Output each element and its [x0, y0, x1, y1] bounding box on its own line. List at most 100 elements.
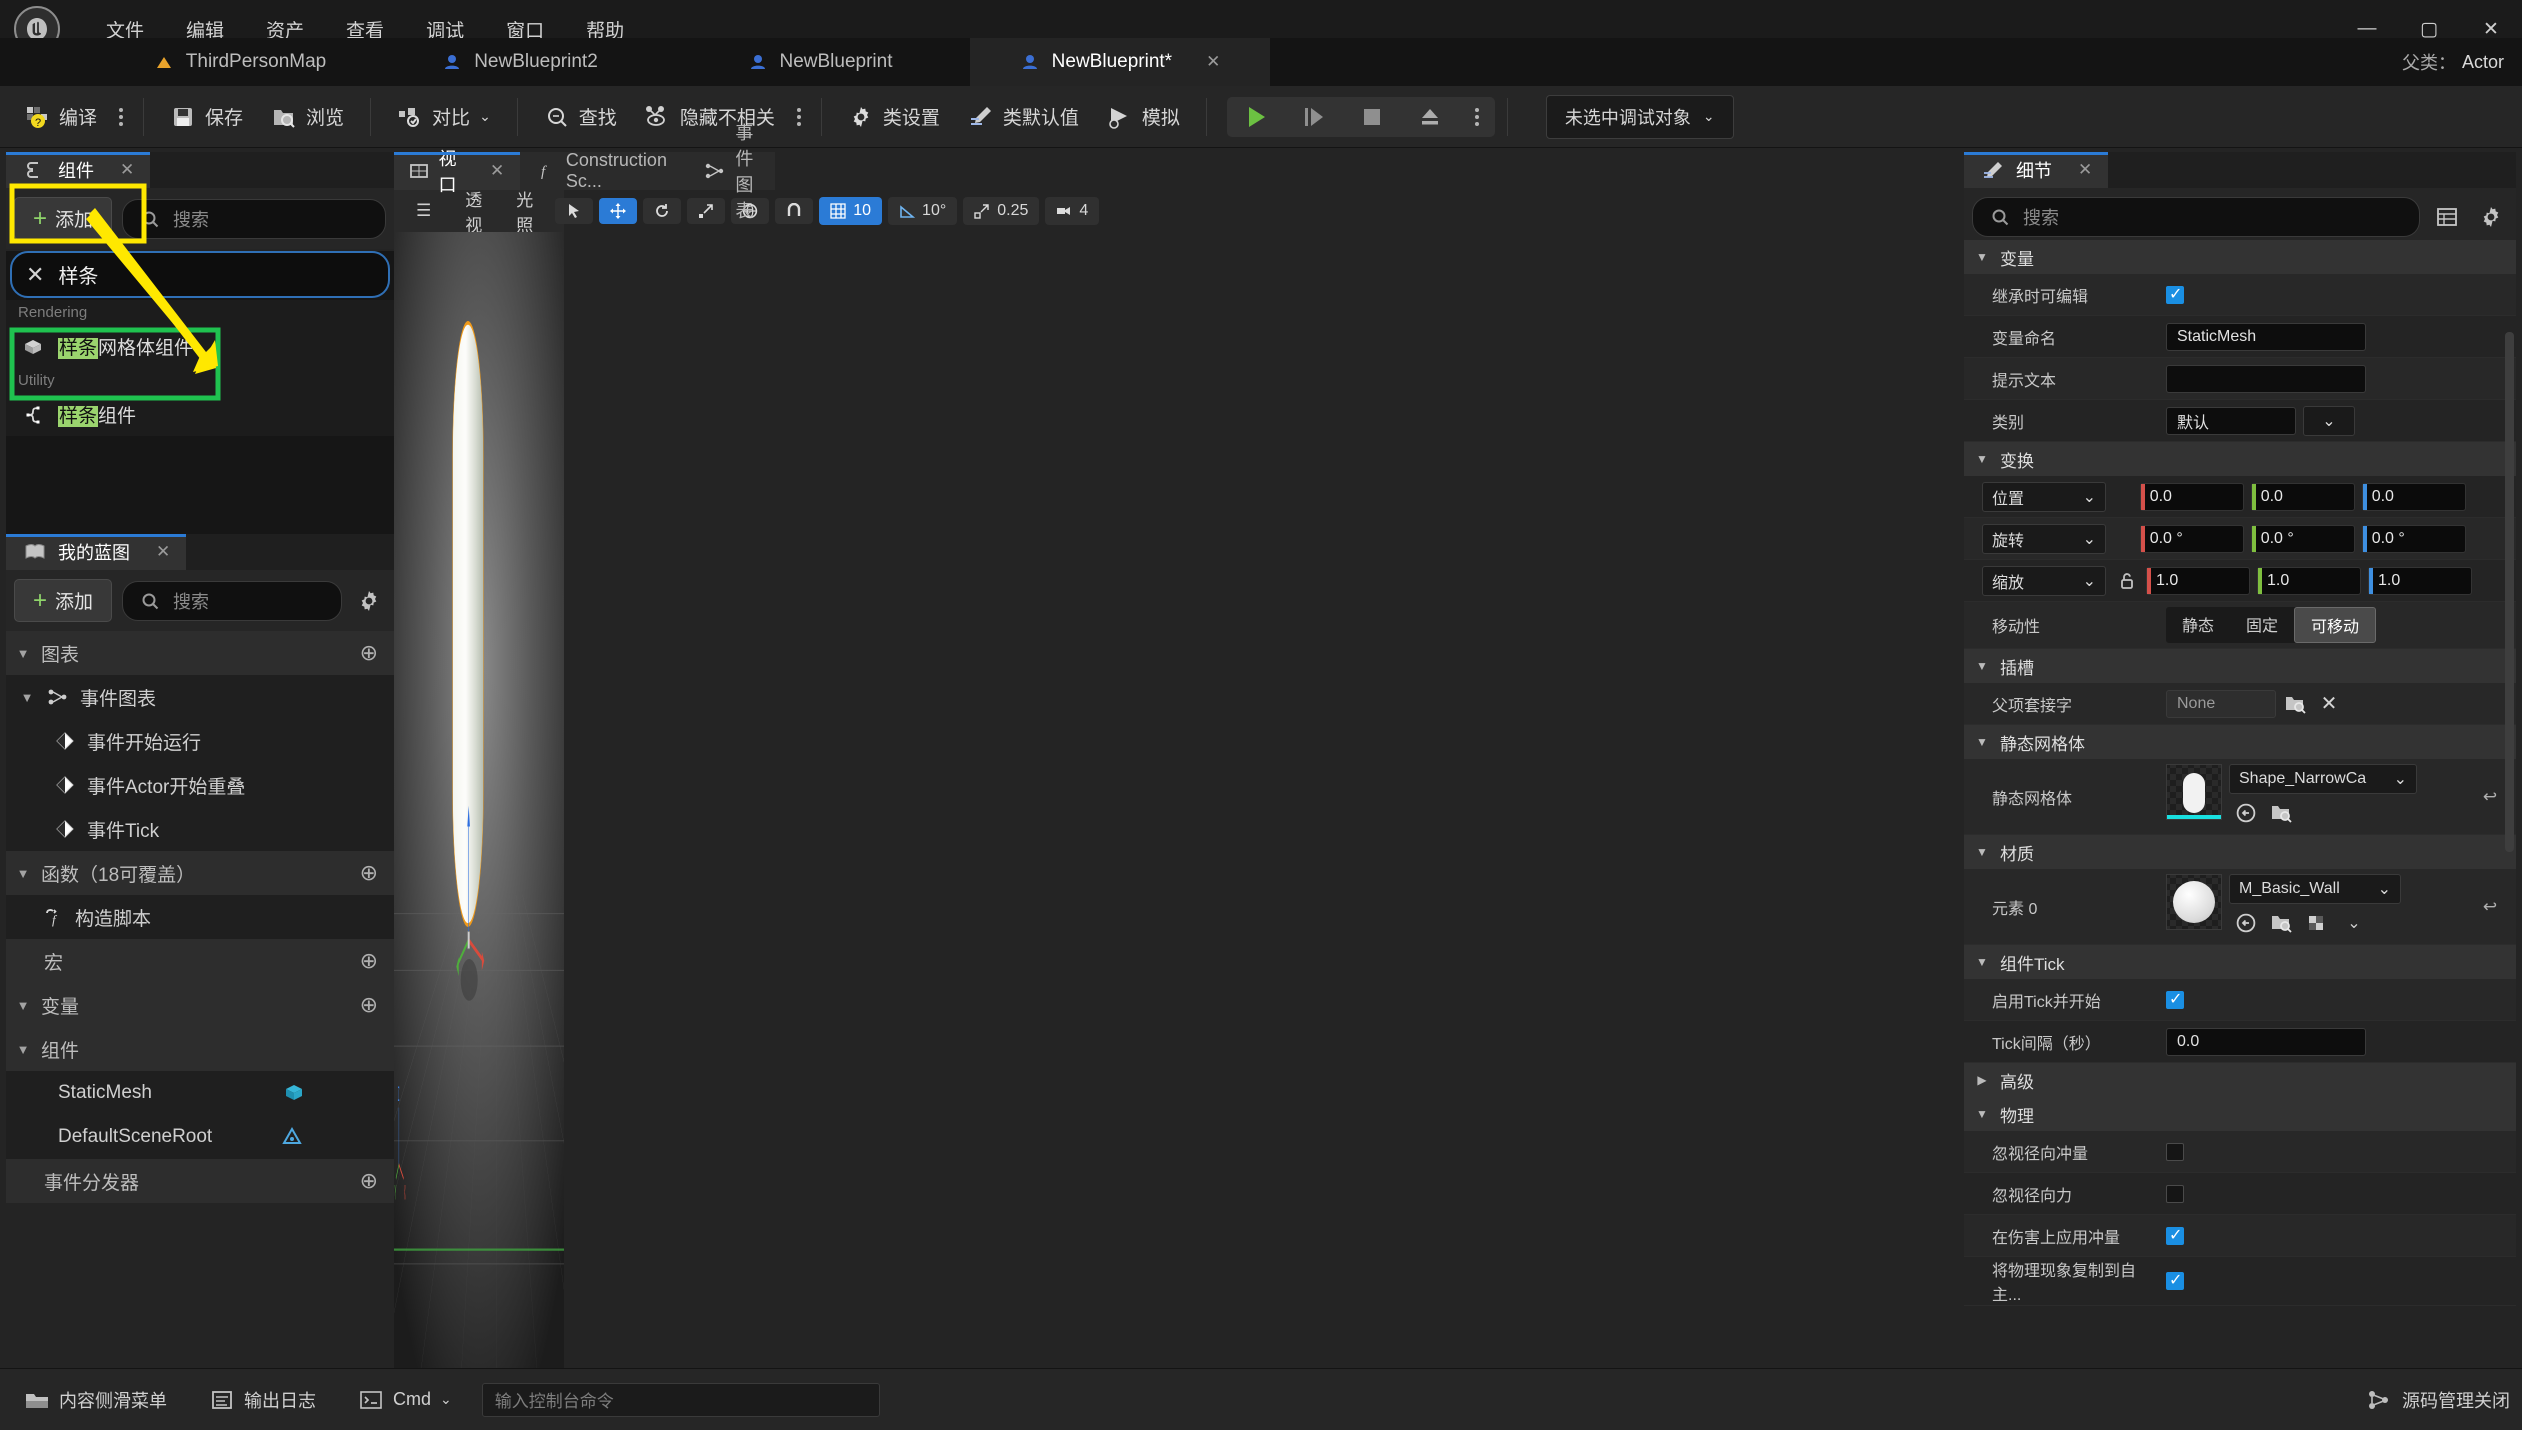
caret-icon[interactable]: ▼: [1974, 845, 1990, 859]
replicate-physics-checkbox[interactable]: [2166, 1270, 2184, 1290]
compile-options-kebab[interactable]: [111, 102, 131, 132]
add-variable-icon[interactable]: ⊕: [360, 992, 378, 1018]
components-search-input[interactable]: 搜索: [122, 198, 386, 239]
debug-object-dropdown[interactable]: 未选中调试对象 ⌄: [1545, 94, 1734, 139]
tab-components[interactable]: 组件 ✕: [6, 152, 151, 188]
tab-construction-script[interactable]: f Construction Sc...: [520, 150, 690, 191]
browse-button[interactable]: 浏览: [257, 97, 358, 136]
scale-snap-control[interactable]: 0.25: [963, 197, 1040, 225]
tab-viewport[interactable]: 视口 ✕: [394, 149, 521, 195]
variable-name-input[interactable]: StaticMesh: [2166, 322, 2366, 351]
section-sockets[interactable]: ▼ 插槽: [1964, 649, 2516, 683]
start-with-tick-enabled-checkbox[interactable]: [2166, 989, 2184, 1009]
camera-speed-control[interactable]: 4: [1045, 197, 1100, 225]
class-defaults-button[interactable]: 类默认值: [954, 97, 1093, 136]
caret-icon[interactable]: ▼: [18, 690, 36, 705]
source-control-button[interactable]: 源码管理关闭: [2366, 1387, 2510, 1413]
details-property-list[interactable]: ▼ 变量 继承时可编辑 变量命名 StaticMesh 提示文本 类别: [1964, 240, 2516, 1368]
rotation-dropdown[interactable]: 旋转 ⌄: [1982, 523, 2106, 554]
caret-icon[interactable]: ▶: [1974, 1073, 1990, 1087]
angle-snap-control[interactable]: 10°: [888, 197, 958, 225]
unlock-icon[interactable]: [2114, 568, 2140, 594]
eject-button[interactable]: [1401, 97, 1459, 137]
static-mesh-thumbnail[interactable]: [2166, 764, 2222, 820]
tree-section-event-dispatchers[interactable]: 事件分发器 ⊕: [6, 1159, 394, 1203]
static-mesh-asset-dropdown[interactable]: Shape_NarrowCa ⌄: [2229, 764, 2417, 794]
tree-item-event-tick[interactable]: 事件Tick: [6, 807, 394, 851]
rotation-x-input[interactable]: 0.0 °: [2139, 524, 2244, 553]
tab-newblueprint[interactable]: NewBlueprint: [670, 38, 970, 86]
browse-to-asset-icon[interactable]: [2269, 910, 2295, 936]
close-icon[interactable]: ✕: [120, 160, 134, 180]
ignore-radial-force-checkbox[interactable]: [2166, 1184, 2184, 1203]
section-variable[interactable]: ▼ 变量: [1964, 240, 2516, 274]
add-event-dispatcher-icon[interactable]: ⊕: [360, 1168, 378, 1194]
class-settings-button[interactable]: 类设置: [834, 97, 954, 136]
tree-item-event-graph[interactable]: ▼ 事件图表: [6, 675, 394, 719]
tab-event-graph[interactable]: 事件图表: [689, 123, 776, 221]
close-icon[interactable]: ✕: [156, 542, 170, 562]
tab-newblueprint2[interactable]: NewBlueprint2: [370, 38, 670, 86]
caret-icon[interactable]: ▼: [1974, 659, 1990, 673]
details-scrollbar[interactable]: [2505, 332, 2514, 852]
caret-icon[interactable]: ▼: [1974, 452, 1990, 466]
mobility-option-stationary[interactable]: 固定: [2230, 607, 2294, 643]
tree-section-variables[interactable]: ▼ 变量 ⊕: [6, 983, 394, 1027]
apply-impulse-on-damage-checkbox[interactable]: [2166, 1225, 2184, 1245]
play-options-kebab[interactable]: [1459, 101, 1495, 133]
tree-section-macros[interactable]: 宏 ⊕: [6, 939, 394, 983]
tree-section-functions[interactable]: ▼ 函数（18可覆盖） ⊕: [6, 851, 394, 895]
component-option-spline[interactable]: 样条组件: [6, 393, 394, 436]
section-static-mesh[interactable]: ▼ 静态网格体: [1964, 725, 2516, 759]
viewport-menu-button[interactable]: ☰: [404, 196, 443, 226]
clear-filter-icon[interactable]: ✕: [26, 262, 44, 288]
caret-icon[interactable]: ▼: [1974, 250, 1990, 264]
content-drawer-button[interactable]: 内容侧滑菜单: [12, 1381, 179, 1419]
select-tool-button[interactable]: [555, 198, 594, 224]
scale-z-input[interactable]: 1.0: [2368, 566, 2472, 595]
tick-interval-input[interactable]: 0.0: [2166, 1027, 2366, 1056]
console-command-input[interactable]: 输入控制台命令: [481, 1382, 880, 1417]
play-button[interactable]: [1227, 97, 1285, 137]
section-transform[interactable]: ▼ 变换: [1964, 442, 2516, 476]
grid-snap-toggle[interactable]: 10: [819, 197, 883, 225]
tree-section-components[interactable]: ▼ 组件: [6, 1027, 394, 1071]
add-graph-icon[interactable]: ⊕: [360, 640, 378, 666]
move-tool-button[interactable]: [599, 198, 638, 224]
section-advanced[interactable]: ▶ 高级: [1964, 1063, 2516, 1097]
add-blueprint-item-button[interactable]: + 添加: [14, 579, 113, 622]
location-x-input[interactable]: 0.0: [2139, 482, 2244, 511]
simulate-button[interactable]: 模拟: [1093, 97, 1194, 136]
parent-socket-value[interactable]: None: [2166, 689, 2276, 718]
editable-when-inherited-checkbox[interactable]: [2166, 284, 2184, 304]
cmd-mode-dropdown[interactable]: Cmd ⌄: [346, 1381, 464, 1419]
tab-newblueprint-modified[interactable]: NewBlueprint* ✕: [970, 38, 1270, 86]
scale-y-input[interactable]: 1.0: [2257, 566, 2361, 595]
tree-item-defaultsceneroot[interactable]: DefaultSceneRoot: [6, 1115, 394, 1159]
caret-icon[interactable]: ▼: [14, 998, 32, 1013]
output-log-button[interactable]: 输出日志: [197, 1381, 328, 1419]
browse-to-asset-icon[interactable]: [2269, 800, 2295, 826]
myblueprint-settings-button[interactable]: [352, 584, 386, 618]
material-preview-icon[interactable]: [2305, 910, 2331, 936]
add-function-icon[interactable]: ⊕: [360, 860, 378, 886]
ignore-radial-impulse-checkbox[interactable]: [2166, 1142, 2184, 1161]
diff-button[interactable]: 对比 ⌄: [383, 97, 505, 136]
tree-item-construction-script[interactable]: f 构造脚本: [6, 895, 394, 939]
details-table-view-button[interactable]: [2430, 200, 2464, 234]
close-icon[interactable]: ✕: [2078, 160, 2092, 180]
tree-item-event-actor-begin-overlap[interactable]: 事件Actor开始重叠: [6, 763, 394, 807]
tab-close-icon[interactable]: ✕: [1206, 52, 1220, 72]
caret-icon[interactable]: ▼: [14, 866, 32, 881]
details-settings-button[interactable]: [2474, 200, 2508, 234]
rotation-z-input[interactable]: 0.0 °: [2361, 524, 2466, 553]
tooltip-input[interactable]: [2166, 364, 2366, 393]
tab-thirdpersonmap[interactable]: ThirdPersonMap: [110, 38, 370, 86]
caret-icon[interactable]: ▼: [1974, 735, 1990, 749]
mobility-option-movable[interactable]: 可移动: [2294, 607, 2377, 643]
hide-unrelated-button[interactable]: 隐藏不相关: [631, 97, 789, 136]
scale-tool-button[interactable]: [687, 198, 726, 224]
section-materials[interactable]: ▼ 材质: [1964, 835, 2516, 869]
caret-icon[interactable]: ▼: [1974, 955, 1990, 969]
category-dropdown-button[interactable]: ⌄: [2303, 405, 2355, 436]
